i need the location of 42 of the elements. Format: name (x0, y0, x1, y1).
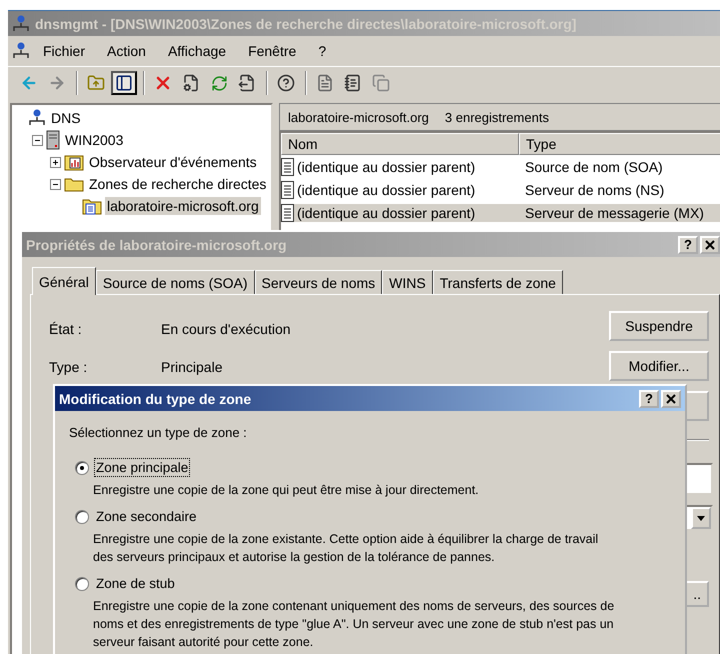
tree-item[interactable]: Zones de recherche directes (87, 175, 268, 193)
menu-item[interactable]: Fenêtre (239, 40, 306, 62)
option-description: Enregistre une copie de la zone existante. Cette option aide à équilibrer la charge de travail des serveurs principaux et autorise la gestion de la tolérance de pannes. (93, 531, 600, 566)
column-header[interactable]: Type (519, 133, 720, 155)
prompt-text: Sélectionnez un type de zone : (69, 425, 248, 440)
action-button[interactable]: Modifier... (609, 351, 709, 381)
tab[interactable]: Transferts de zone (432, 270, 563, 294)
field-label: État : (49, 321, 83, 337)
record-type: Serveur de messagerie (MX) (522, 204, 720, 222)
record-type: Source de nom (SOA) (524, 158, 664, 176)
field-value: En cours d'exécution (161, 321, 291, 337)
field-label: Type : (49, 359, 88, 375)
tab[interactable]: Général (32, 267, 96, 295)
record-count: 3 enregistrements (444, 110, 549, 124)
menu-item[interactable]: Action (98, 40, 155, 62)
menu-item[interactable]: ? (309, 40, 336, 62)
tree-item[interactable]: WIN2003 (63, 131, 126, 149)
tree-item[interactable]: DNS (49, 109, 83, 127)
record-name[interactable]: (identique au dossier parent) (294, 180, 522, 198)
option-label[interactable]: Zone secondaire (94, 507, 199, 526)
option-description: Enregistre une copie de la zone qui peut être mise à jour directement. (93, 482, 480, 499)
field-value: Principale (161, 359, 222, 375)
tab[interactable]: Source de noms (SOA) (96, 270, 255, 294)
tree-item[interactable]: Observateur d'événements (87, 153, 259, 171)
tab[interactable]: Serveurs de noms (254, 270, 382, 294)
menu-item[interactable]: Fichier (34, 40, 94, 62)
record-name[interactable]: (identique au dossier parent) (294, 158, 522, 176)
record-type: Serveur de noms (NS) (524, 180, 666, 198)
record-name[interactable]: (identique au dossier parent) (294, 204, 522, 222)
help-button[interactable]: ? (639, 390, 659, 408)
option-label[interactable]: Zone principale (94, 458, 190, 477)
menu-item[interactable]: Affichage (158, 40, 236, 62)
dialog-title: Propriétés de laboratoire-microsoft.org (26, 236, 287, 252)
tab[interactable]: WINS (382, 270, 433, 294)
tree-item[interactable]: laboratoire-microsoft.org (105, 197, 261, 215)
dialog-title: Modification du type de zone (59, 390, 252, 406)
help-button[interactable]: ? (678, 236, 698, 254)
list-title: laboratoire-microsoft.org (288, 110, 429, 124)
option-description: Enregistre une copie de la zone contenant uniquement des noms de serveurs, des sources de noms et des enregistrements de type "glue A". Un serveur avec une zone de stub n'est pas un serveur faisant autorité pour cette zone. (93, 598, 615, 651)
column-header[interactable]: Nom (281, 133, 519, 155)
action-button[interactable]: Suspendre (609, 311, 709, 341)
option-label[interactable]: Zone de stub (94, 574, 177, 593)
